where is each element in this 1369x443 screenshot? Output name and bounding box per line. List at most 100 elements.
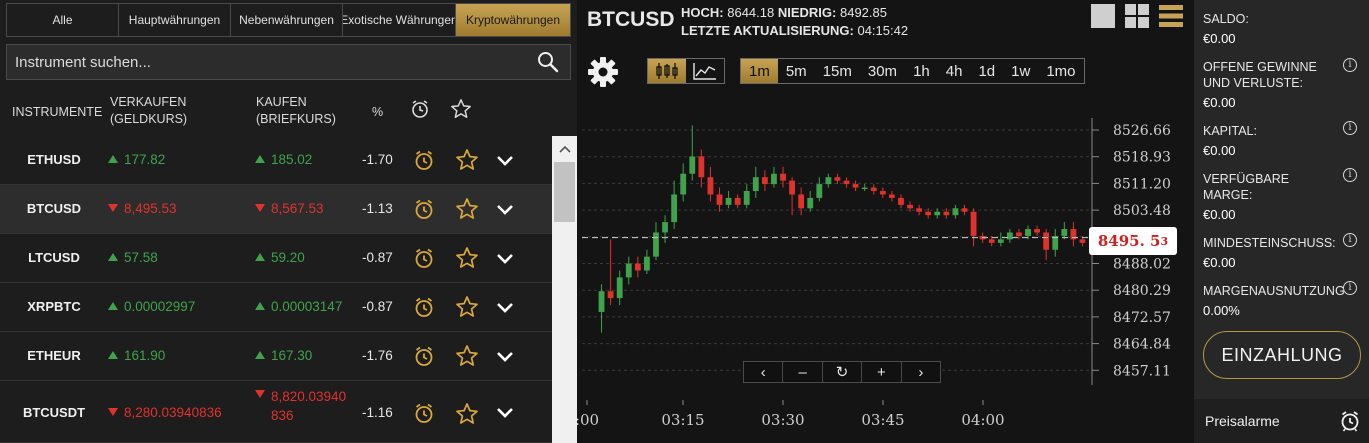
free-margin-item: VERFÜGBARE MARGE: €0.00 (1203, 171, 1363, 222)
header-star-icon[interactable] (450, 98, 472, 125)
price-alarm-icon[interactable] (413, 296, 435, 318)
min-margin-label: MINDESTEINSCHUSS: (1203, 236, 1336, 250)
scroll-right-button[interactable]: › (902, 362, 940, 382)
bid-price[interactable]: 8,495.53 (108, 201, 254, 216)
instrument-symbol: LTCUSD (28, 250, 80, 265)
favorite-star-icon[interactable] (455, 295, 479, 319)
instrument-row-btcusd[interactable]: BTCUSD 8,495.53 8,567.53 -1.13 (0, 185, 552, 234)
scroll-left-button[interactable]: ‹ (744, 362, 784, 382)
tab-alle[interactable]: Alle (7, 4, 119, 36)
ask-price[interactable]: 59.20 (255, 250, 358, 265)
alarm-clock-icon[interactable] (1340, 410, 1360, 432)
tab-kryptowaehrungen[interactable]: Kryptowährungen (456, 4, 570, 36)
candle-body (743, 191, 750, 205)
price-alarm-icon[interactable] (413, 198, 435, 220)
bid-price[interactable]: 0.00002997 (108, 299, 254, 314)
bid-price[interactable]: 57.58 (108, 250, 254, 265)
favorite-star-icon[interactable] (455, 197, 479, 221)
free-margin-info-icon[interactable]: i (1343, 168, 1357, 182)
header-percent[interactable]: % (372, 104, 383, 121)
pnl-info-icon[interactable]: i (1343, 58, 1357, 72)
pnl-item: OFFENE GEWINNE UND VERLUSTE: €0.00 (1203, 59, 1363, 110)
table-header: INSTRUMENTE VERKAUFEN (GELDKURS) KAUFEN … (0, 90, 577, 136)
margin-usage-info-icon[interactable]: i (1343, 281, 1357, 295)
candle-body (1061, 229, 1068, 236)
tab-hauptwaehrungen[interactable]: Hauptwährungen (119, 4, 231, 36)
candle-body (634, 263, 641, 271)
candle-body (1079, 239, 1086, 243)
instrument-row-ethusd[interactable]: ETHUSD 177.82 185.02 -1.70 (0, 136, 552, 185)
expand-chevron-icon[interactable] (495, 199, 515, 219)
tab-exotische-waehrungen[interactable]: Exotische Währungen (343, 4, 456, 36)
header-alarm-icon[interactable] (410, 99, 430, 124)
zoom-out-button[interactable]: – (783, 362, 823, 382)
favorite-star-icon[interactable] (455, 148, 479, 172)
capital-label: KAPITAL: (1203, 124, 1257, 138)
candle-body (988, 239, 995, 243)
ask-price[interactable]: 167.30 (255, 348, 358, 363)
favorite-star-icon[interactable] (455, 344, 479, 368)
bid-price[interactable]: 8,280.03940836 (108, 405, 254, 420)
candle-body (689, 156, 696, 174)
ask-price[interactable]: 0.00003147 (255, 299, 358, 314)
expand-chevron-icon[interactable] (495, 248, 515, 268)
instrument-row-ltcusd[interactable]: LTCUSD 57.58 59.20 -0.87 (0, 234, 552, 283)
scroll-up-arrow-icon[interactable] (552, 136, 577, 161)
bid-price[interactable]: 161.90 (108, 348, 254, 363)
favorite-star-icon[interactable] (455, 402, 479, 426)
candle-body (816, 184, 823, 198)
ask-price[interactable]: 8,820.03940 836 (255, 387, 358, 425)
list-scrollbar[interactable] (552, 136, 577, 443)
current-price-tag: 8495. 53 (1089, 227, 1177, 255)
header-buy[interactable]: KAUFEN (BRIEFKURS) (256, 94, 336, 128)
candle-body (761, 177, 768, 185)
instrument-row-btcusdt[interactable]: BTCUSDT 8,280.03940836 8,820.03940 836 -1.16 (0, 381, 552, 443)
price-up-arrow-icon (255, 302, 265, 310)
ask-price[interactable]: 185.02 (255, 152, 358, 167)
price-up-arrow-icon (255, 351, 265, 359)
min-margin-info-icon[interactable]: i (1343, 233, 1357, 247)
expand-chevron-icon[interactable] (495, 402, 515, 422)
zoom-in-button[interactable]: + (862, 362, 902, 382)
ask-price-line2: 836 (271, 408, 294, 423)
bid-price-value: 177.82 (124, 152, 166, 167)
expand-chevron-icon[interactable] (495, 346, 515, 366)
search-icon[interactable] (534, 48, 562, 76)
candle-body (934, 211, 941, 216)
price-up-arrow-icon (108, 302, 118, 310)
header-sell[interactable]: VERKAUFEN (GELDKURS) (110, 94, 187, 128)
tab-nebenwaehrungen[interactable]: Nebenwährungen (231, 4, 343, 36)
candle-body (752, 177, 759, 192)
header-instruments[interactable]: INSTRUMENTE (12, 104, 102, 121)
bid-price-value: 0.00002997 (124, 299, 196, 314)
price-alerts-bar[interactable]: Preisalarme (1194, 399, 1369, 443)
bid-price[interactable]: 177.82 (108, 152, 254, 167)
price-alarm-icon[interactable] (413, 402, 435, 424)
ask-price-value: 185.02 (271, 152, 313, 167)
candle-body (861, 187, 868, 190)
price-alarm-icon[interactable] (413, 247, 435, 269)
candle-body (653, 232, 659, 257)
price-alarm-icon[interactable] (413, 345, 435, 367)
favorite-star-icon[interactable] (455, 246, 479, 270)
candle-body (907, 204, 913, 209)
instrument-row-xrpbtc[interactable]: XRPBTC 0.00002997 0.00003147 -0.87 (0, 283, 552, 332)
price-up-arrow-icon (108, 351, 118, 359)
pnl-label: OFFENE GEWINNE (1203, 60, 1317, 74)
instrument-row-etheur[interactable]: ETHEUR 161.90 167.30 -1.76 (0, 332, 552, 381)
ask-price[interactable]: 8,567.53 (255, 201, 358, 216)
price-alarm-icon[interactable] (413, 149, 435, 171)
search-input[interactable] (7, 53, 534, 71)
change-percent: -0.87 (362, 250, 393, 265)
candle-body (798, 194, 805, 209)
capital-info-icon[interactable]: i (1343, 121, 1357, 135)
scroll-thumb[interactable] (554, 162, 575, 222)
expand-chevron-icon[interactable] (495, 150, 515, 170)
expand-chevron-icon[interactable] (495, 297, 515, 317)
candle-body (997, 239, 1004, 243)
candle-body (725, 197, 732, 205)
price-up-arrow-icon (108, 253, 118, 261)
candle-body (1043, 232, 1050, 250)
deposit-button[interactable]: EINZAHLUNG (1203, 331, 1361, 379)
reset-chart-button[interactable]: ↻ (823, 362, 863, 382)
